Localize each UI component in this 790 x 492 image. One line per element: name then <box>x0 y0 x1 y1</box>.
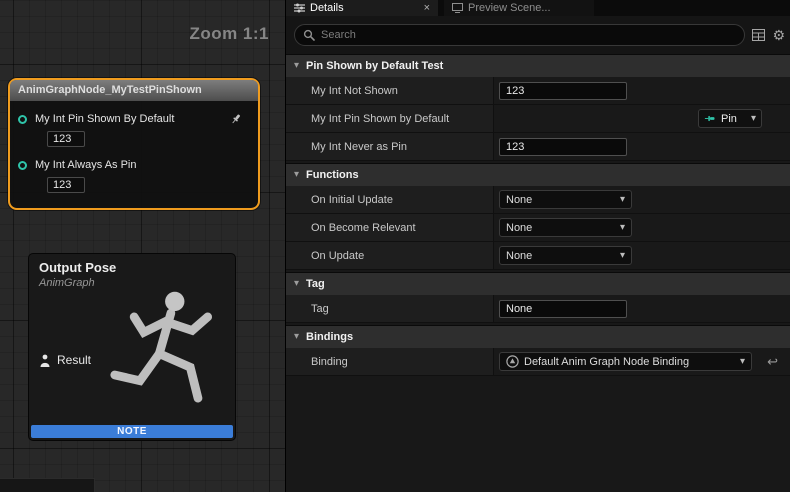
pin-value-input[interactable] <box>47 131 85 147</box>
tab-label: Details <box>310 2 344 14</box>
property-label: Binding <box>311 356 348 368</box>
section-header-functions[interactable]: ▾ Functions <box>286 163 790 186</box>
chevron-down-icon: ▾ <box>294 170 299 180</box>
anim-graph-node-selected[interactable]: AnimGraphNode_MyTestPinShown My Int Pin … <box>8 78 260 210</box>
my-int-not-shown-input[interactable] <box>499 82 627 100</box>
pin-label: My Int Pin Shown By Default <box>35 113 230 125</box>
mannequin-image <box>105 284 231 434</box>
property-label: My Int Pin Shown by Default <box>311 113 449 125</box>
section-header-pin-shown-by-default-test[interactable]: ▾ Pin Shown by Default Test <box>286 54 790 77</box>
search-icon <box>303 29 315 41</box>
note-badge[interactable]: NOTE <box>31 425 233 438</box>
property-row: My Int Never as Pin <box>286 133 790 161</box>
property-label: On Update <box>311 250 364 262</box>
graph-editor-panel[interactable]: Zoom 1:1 AnimGraphNode_MyTestPinShown My… <box>0 0 285 492</box>
node-title[interactable]: AnimGraphNode_MyTestPinShown <box>10 80 258 101</box>
chevron-down-icon: ▾ <box>294 332 299 342</box>
chevron-down-icon: ▾ <box>740 357 745 367</box>
result-pin-label: Result <box>57 353 91 367</box>
details-sections: ▾ Pin Shown by Default Test My Int Not S… <box>286 54 790 492</box>
reset-to-default-icon[interactable]: ↩ <box>767 355 778 368</box>
unreal-editor-window: Zoom 1:1 AnimGraphNode_MyTestPinShown My… <box>0 0 790 492</box>
on-become-relevant-dropdown[interactable]: None ▾ <box>499 218 632 237</box>
panel-corner <box>0 478 95 492</box>
tab-preview-scene[interactable]: Preview Scene... <box>444 0 594 16</box>
section-header-bindings[interactable]: ▾ Bindings <box>286 325 790 348</box>
property-label: My Int Not Shown <box>311 85 398 97</box>
property-label: On Become Relevant <box>311 222 416 234</box>
property-row: Tag <box>286 295 790 323</box>
property-row: On Update None ▾ <box>286 242 790 270</box>
pose-pin-icon <box>39 354 51 367</box>
chevron-down-icon: ▾ <box>294 279 299 289</box>
int-pin-icon[interactable] <box>18 115 27 124</box>
search-input[interactable] <box>321 29 736 41</box>
output-pose-node[interactable]: Output Pose AnimGraph Result N <box>28 253 236 441</box>
on-update-dropdown[interactable]: None ▾ <box>499 246 632 265</box>
section-header-tag[interactable]: ▾ Tag <box>286 272 790 295</box>
chevron-down-icon: ▾ <box>751 114 756 124</box>
property-row: My Int Not Shown <box>286 77 790 105</box>
tab-label: Preview Scene... <box>468 2 551 14</box>
chevron-down-icon: ▾ <box>620 251 625 261</box>
pin-label: My Int Always As Pin <box>35 159 250 171</box>
property-row: My Int Pin Shown by Default Pin ▾ <box>286 105 790 133</box>
int-pin-icon[interactable] <box>18 161 27 170</box>
chevron-down-icon: ▾ <box>294 61 299 71</box>
chevron-down-icon: ▾ <box>620 223 625 233</box>
property-label: On Initial Update <box>311 194 393 206</box>
property-row: On Become Relevant None ▾ <box>286 214 790 242</box>
result-pin[interactable]: Result <box>39 353 91 367</box>
tag-input[interactable] <box>499 300 627 318</box>
property-label: My Int Never as Pin <box>311 141 407 153</box>
property-label: Tag <box>311 303 329 315</box>
tab-bar: Details × Preview Scene... <box>286 0 790 16</box>
gear-icon[interactable]: ⚙ <box>772 28 785 42</box>
pin-toggle-icon[interactable] <box>230 113 242 125</box>
search-box[interactable] <box>294 24 745 46</box>
binding-icon <box>506 355 519 368</box>
tab-details[interactable]: Details × <box>286 0 438 16</box>
node-subtitle: AnimGraph <box>39 277 95 289</box>
preview-scene-tab-icon <box>452 3 463 13</box>
node-title: Output Pose <box>39 260 116 275</box>
zoom-level-label: Zoom 1:1 <box>189 24 269 44</box>
chevron-down-icon: ▾ <box>620 195 625 205</box>
binding-dropdown[interactable]: Default Anim Graph Node Binding ▾ <box>499 352 752 371</box>
pin-visibility-dropdown[interactable]: Pin ▾ <box>698 109 762 128</box>
property-row: On Initial Update None ▾ <box>286 186 790 214</box>
my-int-never-as-pin-input[interactable] <box>499 138 627 156</box>
on-initial-update-dropdown[interactable]: None ▾ <box>499 190 632 209</box>
details-tab-icon <box>294 3 305 13</box>
search-bar: ⚙ <box>286 16 790 54</box>
property-row: Binding Default Anim Graph Node Binding … <box>286 348 790 376</box>
pin-icon <box>704 113 717 124</box>
close-icon[interactable]: × <box>424 3 430 14</box>
details-panel: Details × Preview Scene... <box>285 0 790 492</box>
display-options-icon[interactable] <box>752 29 765 41</box>
pin-value-input[interactable] <box>47 177 85 193</box>
